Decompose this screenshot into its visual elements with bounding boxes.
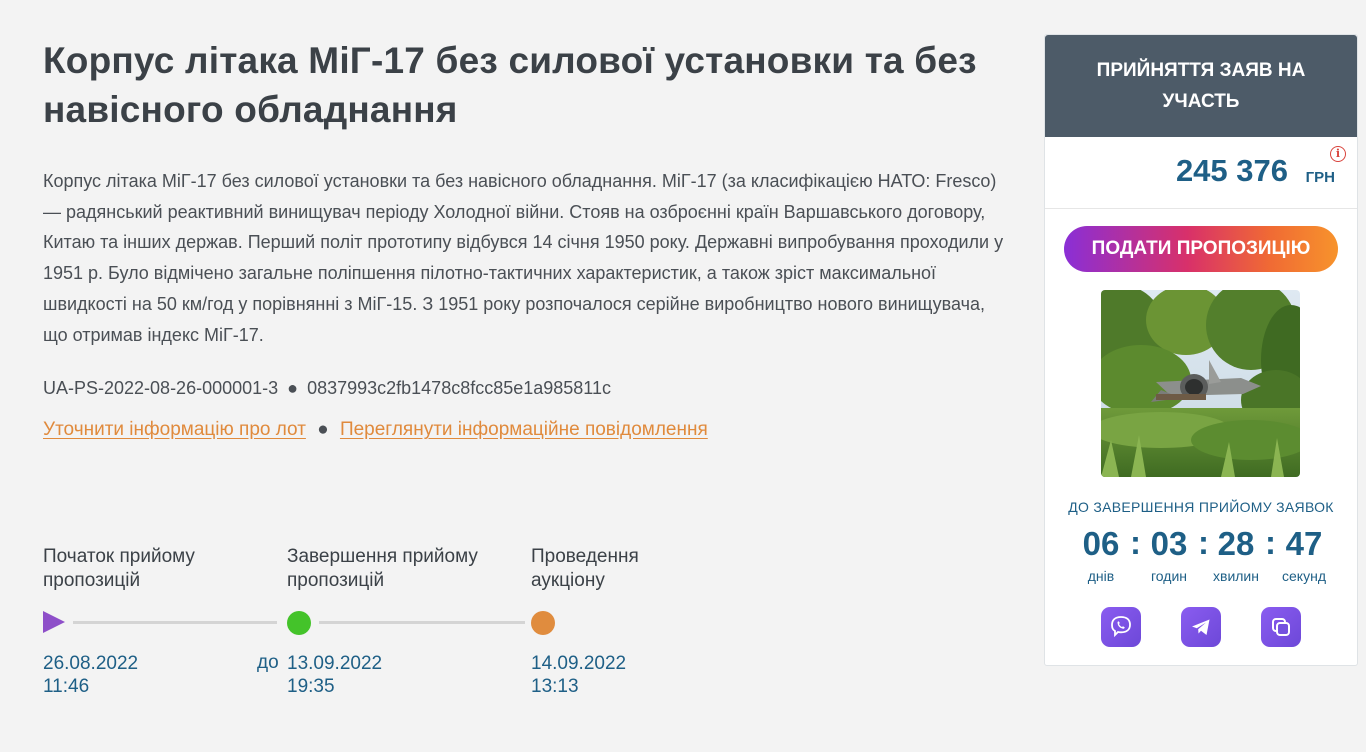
countdown-days: 06	[1082, 525, 1120, 562]
lot-title: Корпус літака МіГ-17 без силової установ…	[43, 40, 977, 130]
submit-bid-button[interactable]: ПОДАТИ ПРОПОЗИЦІЮ	[1064, 226, 1338, 272]
telegram-share-button[interactable]	[1181, 607, 1221, 647]
countdown-minutes: 28	[1217, 525, 1255, 562]
lot-description: Корпус літака МіГ-17 без силової установ…	[43, 171, 1004, 345]
auction-date: 14.09.2022	[531, 653, 627, 674]
page: Корпус літака МіГ-17 без силової установ…	[0, 0, 1366, 752]
play-icon	[43, 611, 65, 633]
end-marker-icon	[287, 611, 311, 635]
end-time: 19:35	[287, 676, 335, 697]
lot-links: Уточнити інформацію про лот ● Переглянут…	[43, 419, 1018, 441]
price-row: 245 376 ГРН i	[1045, 137, 1357, 209]
end-date: 13.09.2022	[287, 653, 383, 674]
currency: ГРН	[1305, 169, 1335, 186]
view-notice-link[interactable]: Переглянути інформаційне повідомлення	[340, 419, 708, 440]
viber-share-button[interactable]	[1101, 607, 1141, 647]
auction-time: 13:13	[531, 676, 579, 697]
separator-dot: ●	[287, 378, 299, 399]
timeline-end-date: 13.09.2022 19:35	[287, 652, 382, 698]
countdown-minutes-label: хвилин	[1213, 568, 1259, 584]
separator-dot: ●	[317, 419, 329, 441]
auction-timeline: Початок прийому пропозицій Завершення пр…	[43, 545, 663, 715]
copy-link-button[interactable]	[1261, 607, 1301, 647]
auction-marker-icon	[531, 611, 555, 635]
start-date: 26.08.2022	[43, 653, 139, 674]
lot-id: UA-PS-2022-08-26-000001-3	[43, 378, 279, 399]
countdown-days-label: днів	[1087, 568, 1115, 584]
timeline-line	[319, 621, 525, 624]
aircraft-photo-image	[1101, 290, 1300, 477]
countdown-title: ДО ЗАВЕРШЕННЯ ПРИЙОМУ ЗАЯВОК	[1068, 499, 1334, 515]
aircraft-photo[interactable]	[1101, 290, 1300, 477]
lot-identifiers: UA-PS-2022-08-26-000001-3 ● 0837993c2fb1…	[43, 378, 1018, 399]
countdown: 06 : 03 : 28 : 47 днів годин хвилин секу…	[1045, 524, 1357, 585]
timeline-line	[73, 621, 277, 624]
lot-hash: 0837993c2fb1478c8fcc85e1a985811c	[307, 378, 611, 399]
copy-icon	[1272, 618, 1290, 636]
countdown-seconds-label: секунд	[1282, 568, 1326, 584]
viber-icon	[1111, 616, 1131, 638]
info-icon[interactable]: i	[1330, 146, 1346, 162]
auction-sidebar: ПРИЙНЯТТЯ ЗАЯВ НА УЧАСТЬ 245 376 ГРН i П…	[1044, 34, 1358, 666]
status-header: ПРИЙНЯТТЯ ЗАЯВ НА УЧАСТЬ	[1045, 35, 1357, 137]
timeline-start-label: Початок прийому пропозицій	[43, 546, 195, 591]
timeline-auction-date: 14.09.2022 13:13	[531, 652, 626, 698]
telegram-icon	[1192, 619, 1210, 635]
timeline-auction-label: Проведення аукціону	[531, 546, 639, 591]
timeline-start-date: 26.08.2022 11:46	[43, 652, 138, 698]
clarify-info-link[interactable]: Уточнити інформацію про лот	[43, 419, 306, 440]
countdown-hours: 03	[1150, 525, 1188, 562]
timeline-end-label: Завершення прийому пропозицій	[287, 546, 478, 591]
countdown-hours-label: годин	[1151, 568, 1187, 584]
start-time: 11:46	[43, 676, 90, 697]
lot-details: Корпус літака МіГ-17 без силової установ…	[43, 36, 1018, 441]
timeline-end-prefix: до	[257, 652, 279, 673]
start-price: 245 376	[1175, 153, 1288, 188]
countdown-seconds: 47	[1285, 525, 1323, 562]
